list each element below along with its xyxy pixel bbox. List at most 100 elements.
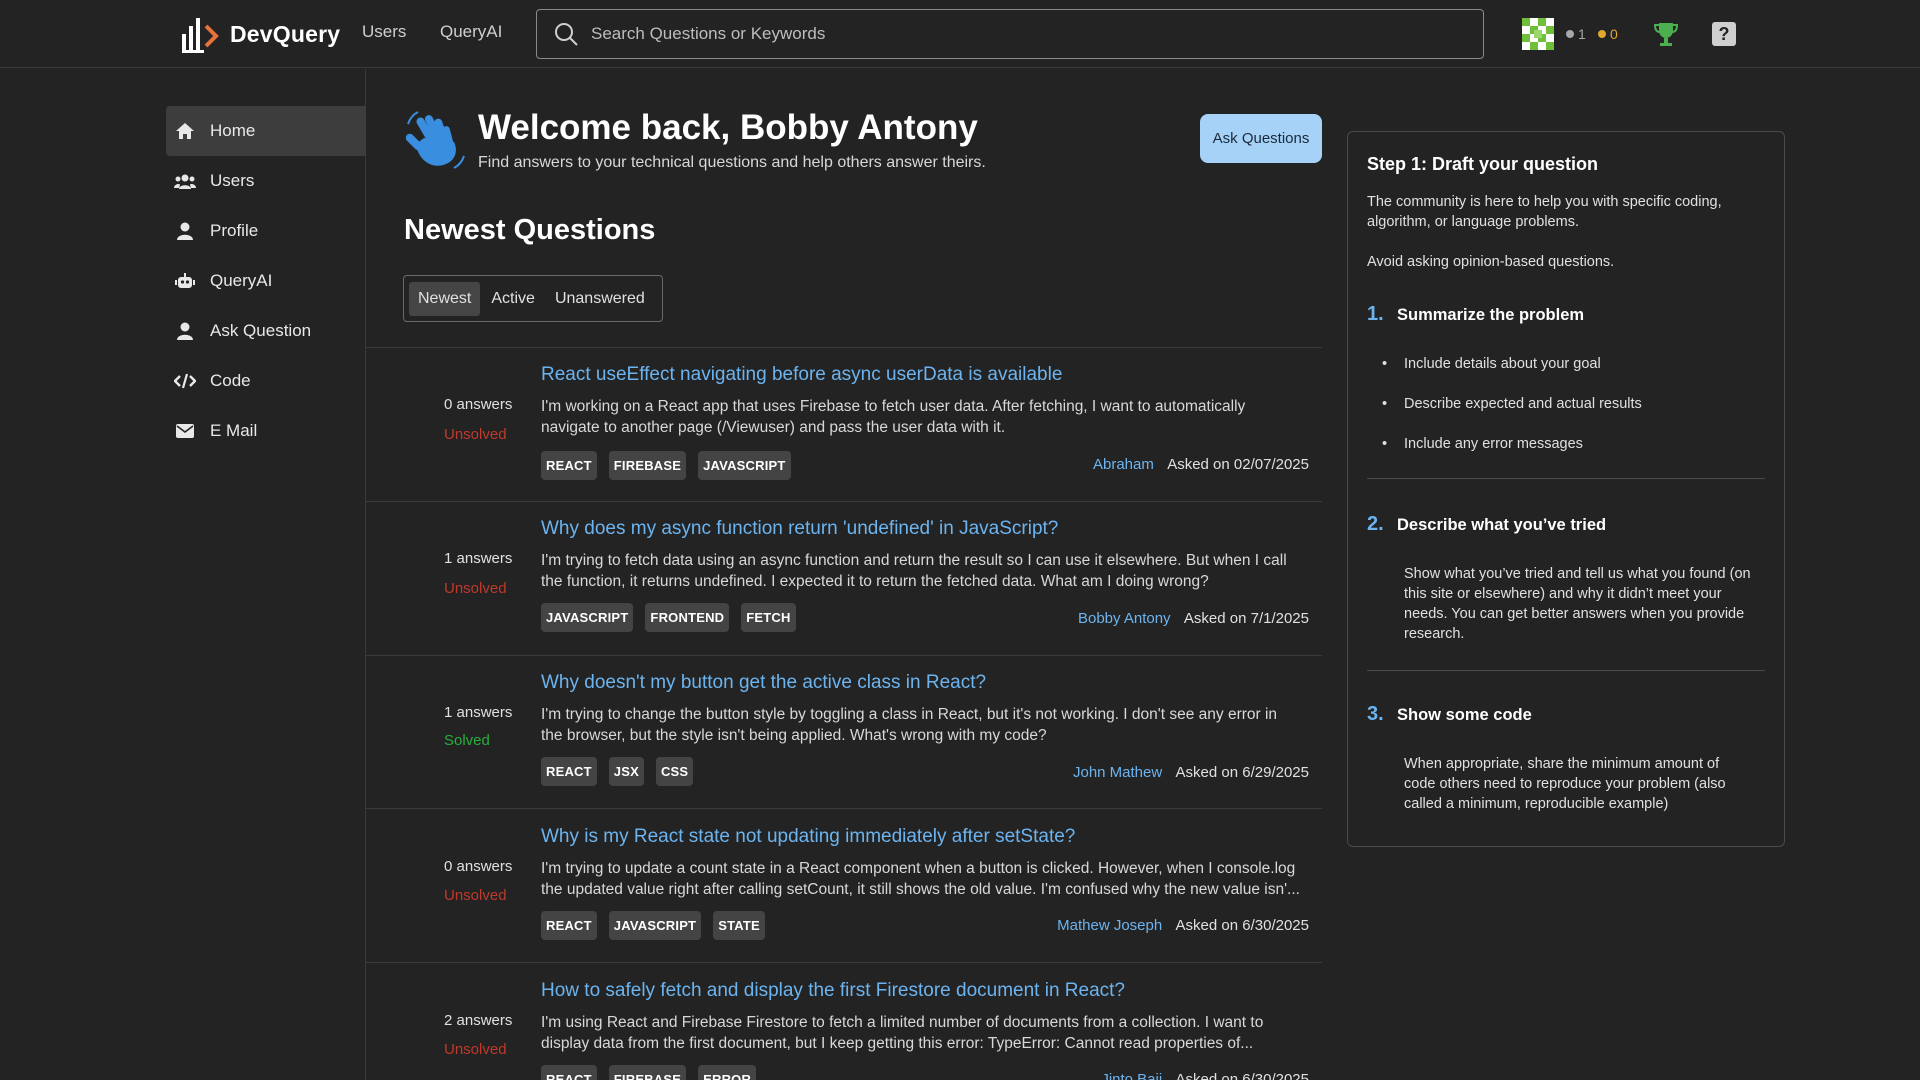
author-link[interactable]: John Mathew [1073,764,1162,781]
tag[interactable]: JAVASCRIPT [608,911,702,940]
question-title[interactable]: How to safely fetch and display the firs… [541,980,1125,1002]
step-number: 2. [1367,513,1384,535]
robot-icon [174,270,196,292]
top-navbar: DevQuery Users QueryAI 1 0 ? [0,0,1920,68]
sidebar-item-label: Home [210,121,256,140]
tag-list: REACT JAVASCRIPT STATE [541,911,765,940]
asked-date: Asked on 6/30/2025 [1175,1071,1309,1080]
tag[interactable]: FRONTEND [645,603,730,632]
step-description: Show what you’ve tried and tell us what … [1404,566,1751,642]
step-bullet: Include details about your goal [1382,356,1601,372]
tab-newest[interactable]: Newest [409,281,481,316]
ask-questions-button[interactable]: Ask Questions [1200,114,1322,163]
tag-list: REACT FIREBASE ERROR [541,1065,757,1080]
divider [1367,478,1765,479]
asked-date: Asked on 7/1/2025 [1183,610,1309,627]
tag[interactable]: REACT [541,451,597,480]
silver-badge-icon [1566,30,1574,38]
tab-unanswered[interactable]: Unanswered [546,282,654,316]
tag[interactable]: JAVASCRIPT [541,603,634,632]
tag[interactable]: JSX [608,757,644,786]
search-icon [555,23,578,46]
search-bar[interactable] [536,9,1484,59]
help-icon[interactable]: ? [1712,22,1736,46]
tag[interactable]: REACT [541,1065,597,1080]
author-link[interactable]: Abraham [1093,456,1154,473]
sidebar-item-profile[interactable]: Profile [166,206,366,256]
question-title[interactable]: React useEffect navigating before async … [541,364,1062,386]
tag-list: REACT JSX CSS [541,757,694,786]
sidebar-item-home[interactable]: Home [166,106,366,156]
tag[interactable]: ERROR [698,1065,757,1080]
answer-count: 0 answers [444,396,513,413]
question-title[interactable]: Why is my React state not updating immed… [541,826,1075,848]
logo-bars-icon [182,18,219,53]
tag[interactable]: REACT [541,911,597,940]
step-bullet: Describe expected and actual results [1382,396,1642,412]
question-filter-tabs: Newest Active Unanswered [403,275,663,322]
question-author-line: John Mathew Asked on 6/29/2025 [1073,764,1309,781]
code-icon [174,370,196,392]
step-title: Show some code [1397,706,1532,724]
sidebar-item-email[interactable]: E Mail [166,406,366,456]
tag[interactable]: CSS [655,757,694,786]
sidebar-item-users[interactable]: Users [166,156,366,206]
step-title: Describe what you’ve tried [1397,516,1607,534]
user-icon [174,320,196,342]
question-title[interactable]: Why does my async function return 'undef… [541,518,1058,540]
author-link[interactable]: Bobby Antony [1078,610,1171,627]
question-author-line: Bobby Antony Asked on 7/1/2025 [1078,610,1309,627]
sidebar-item-label: E Mail [210,421,258,440]
status-badge: Unsolved [444,1041,507,1058]
gold-badge-icon [1598,30,1606,38]
question-item: 0 answers Unsolved React useEffect navig… [366,348,1322,501]
tab-active[interactable]: Active [482,282,544,316]
silver-badge-value: 1 [1578,26,1586,42]
welcome-subtitle: Find answers to your technical questions… [478,154,986,171]
search-input[interactable] [591,24,1471,44]
sidebar-item-code[interactable]: Code [166,356,366,406]
trophy-icon[interactable] [1652,20,1680,48]
logo-text: DevQuery [230,20,341,47]
step-number: 3. [1367,703,1384,725]
question-excerpt: I'm trying to change the button style by… [541,706,1278,744]
tag[interactable]: STATE [713,911,765,940]
question-excerpt: I'm working on a React app that uses Fir… [541,398,1246,436]
author-link[interactable]: Mathew Joseph [1057,917,1162,934]
answer-count: 0 answers [444,858,513,875]
divider [1367,670,1765,671]
question-title[interactable]: Why doesn't my button get the active cla… [541,672,986,694]
tag[interactable]: FIREBASE [608,1065,687,1080]
status-badge: Unsolved [444,426,507,443]
nav-queryai[interactable]: QueryAI [440,22,502,42]
status-badge: Unsolved [444,887,507,904]
silver-badge-count: 1 [1566,26,1586,42]
logo[interactable]: DevQuery [180,14,340,54]
draft-question-guide: Step 1: Draft your question The communit… [1347,131,1785,847]
gold-badge-count: 0 [1598,26,1618,42]
nav-users[interactable]: Users [362,22,406,42]
mail-icon [174,420,196,442]
question-item: 1 answers Solved Why doesn't my button g… [366,656,1322,809]
question-excerpt: I'm trying to fetch data using an async … [541,552,1287,590]
question-item: 2 answers Unsolved How to safely fetch a… [366,963,1322,1080]
avatar[interactable] [1522,18,1554,50]
tag-list: REACT FIREBASE JAVASCRIPT [541,451,791,480]
tag[interactable]: JAVASCRIPT [698,451,791,480]
sidebar: Home Users Profile QueryAI Ask Question … [0,69,366,1080]
step-number: 1. [1367,303,1384,325]
waving-hand-icon [405,111,465,169]
user-icon [174,220,196,242]
sidebar-item-label: Code [210,371,251,390]
question-excerpt: I'm trying to update a count state in a … [541,860,1300,898]
tag[interactable]: FIREBASE [608,451,687,480]
question-excerpt: I'm using React and Firebase Firestore t… [541,1014,1264,1052]
tag[interactable]: FETCH [741,603,796,632]
guide-avoid-note: Avoid asking opinion-based questions. [1367,254,1615,270]
answer-count: 2 answers [444,1012,513,1029]
author-link[interactable]: Jinto Baji [1101,1071,1162,1080]
sidebar-item-ask-question[interactable]: Ask Question [166,306,366,356]
sidebar-item-queryai[interactable]: QueryAI [166,256,366,306]
status-badge: Solved [444,732,490,749]
tag[interactable]: REACT [541,757,597,786]
